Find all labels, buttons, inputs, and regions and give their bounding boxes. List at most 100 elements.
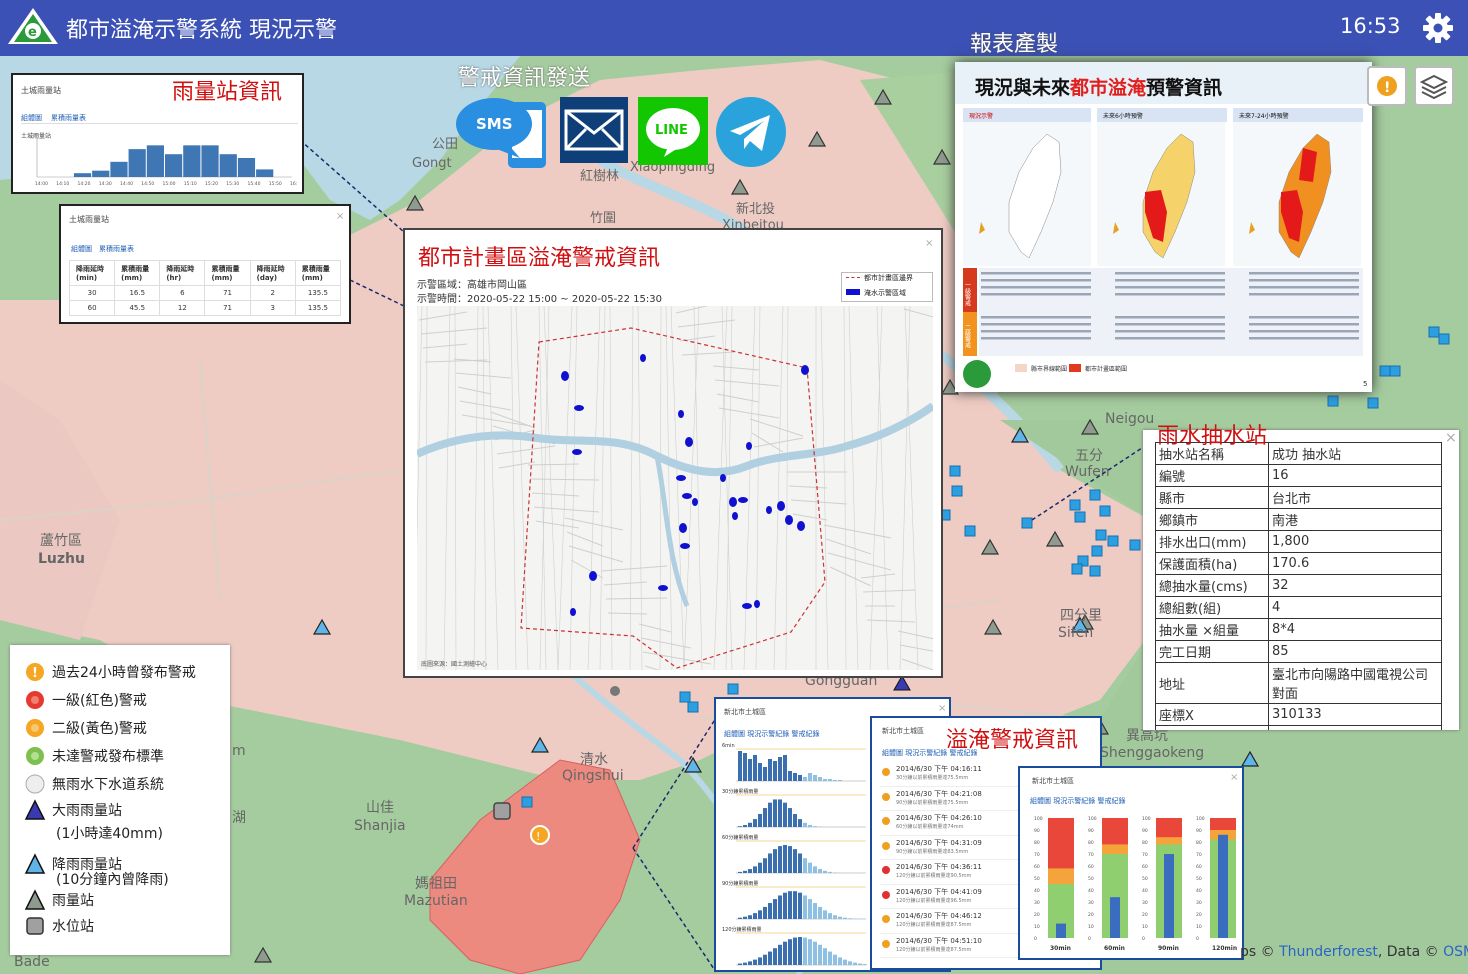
panel-tabs[interactable]: 組體圖 現況示警紀錄 警戒紀錄 (1030, 796, 1125, 806)
status-dot (882, 817, 890, 825)
y-tick: 50 (1142, 876, 1148, 882)
clock: 16:53 (1340, 14, 1401, 38)
hist-bar (833, 872, 837, 873)
svg-text:!: ! (32, 666, 38, 681)
hist-bar (783, 941, 787, 965)
tab-histogram[interactable]: 組體圖 (71, 244, 92, 254)
hist-bar (783, 892, 787, 919)
app-title: 都市溢淹示警系統 現況示警 (66, 18, 337, 43)
osm-link[interactable]: OSM (1443, 944, 1468, 960)
legend-label: 未達警戒發布標準 (52, 749, 164, 765)
hist-bar (803, 858, 807, 873)
y-tick: 20 (1034, 912, 1040, 918)
close-icon[interactable]: × (1445, 430, 1457, 446)
pump-field-value: 成功 抽水站 (1268, 442, 1442, 465)
hist-bar (773, 761, 777, 781)
report-title-red: 都市溢淹 (1069, 76, 1147, 99)
panel-tabs[interactable]: 組體圖 現況示警紀錄 警戒紀錄 (724, 729, 819, 739)
hist-bar (778, 944, 782, 965)
table-cell: 6 (159, 285, 206, 301)
close-icon[interactable]: × (938, 703, 946, 714)
hist-bar (753, 866, 757, 873)
hist-bar (808, 939, 812, 965)
hist-bar (818, 906, 822, 919)
hist-bar (773, 899, 777, 919)
y-tick: 80 (1196, 840, 1202, 846)
hist-bar (838, 916, 842, 919)
status-dot (882, 768, 890, 776)
table-row: 地址 臺北市向陽路中國電視公司對面 (1155, 662, 1442, 704)
map-label: Shanjia (354, 818, 406, 834)
no-sewer-icon (25, 774, 45, 794)
y-tick: 0 (1088, 936, 1091, 942)
rain-bar (128, 149, 146, 177)
email-icon[interactable] (560, 97, 628, 163)
rain-bar (219, 154, 237, 177)
tick-label: 14:00 (35, 181, 48, 187)
close-icon[interactable]: × (925, 238, 933, 249)
map-label: 紅樹林 (580, 169, 619, 184)
hist-bar (773, 799, 777, 827)
pump-field-label: 總抽水量(cms) (1155, 574, 1269, 597)
line-app-icon[interactable]: LINE (638, 97, 708, 165)
report-col3: 未來7-24小時預警 (1239, 112, 1289, 120)
alert-icon: ! (1377, 76, 1397, 96)
hist-bar (748, 759, 752, 781)
pump-field-value: 1,800 (1268, 530, 1442, 553)
sms-icon[interactable]: SMS (454, 96, 546, 170)
hist-bar (748, 822, 752, 827)
svg-text:!: ! (536, 830, 540, 843)
tick-label: 15:40 (248, 181, 261, 187)
telegram-icon[interactable] (716, 97, 786, 167)
record-time: 2014/6/30 下午 04:31:09 (896, 838, 982, 847)
hist-bar (738, 751, 742, 781)
y-tick: 40 (1142, 888, 1148, 894)
legend-label: 一級(紅色)警戒 (52, 693, 147, 709)
record-desc: 90分鐘以前累積雨量達75.5mm (896, 799, 969, 806)
map-label: 竹圍 (590, 211, 616, 226)
map-attribution: ps © Thunderforest, Data © OSM (1240, 944, 1468, 960)
hist-bar (738, 871, 742, 873)
legend-sub-label: (1小時達40mm) (56, 826, 163, 842)
hist-bar (753, 913, 757, 919)
rain-histogram-chart: 14:00 14:10 14:20 14:30 14:40 14:50 15:00 15:10… (35, 137, 297, 187)
map-source: 底圖來源：國土測繪中心 (421, 660, 487, 668)
pump-field-label: 縣市 (1155, 486, 1269, 509)
map-label: Gongt (412, 156, 452, 171)
table-cell: 3 (249, 300, 296, 316)
yellow-warning-icon (26, 719, 44, 737)
pump-field-label: 鄉鎮市 (1155, 508, 1269, 531)
y-tick: 40 (1034, 888, 1040, 894)
status-dot (882, 866, 890, 874)
hist-bar (788, 939, 792, 965)
table-row: 保護面積(ha) 170.6 (1155, 552, 1442, 575)
map-label: Qingshui (562, 768, 624, 784)
gear-icon[interactable] (1422, 12, 1454, 44)
tab-cumulative[interactable]: 累積雨量表 (99, 244, 134, 254)
thunderforest-link[interactable]: Thunderforest (1279, 944, 1378, 960)
close-icon[interactable]: × (336, 211, 344, 222)
close-icon[interactable]: × (1230, 772, 1238, 783)
hist-bar (803, 777, 807, 781)
urban-flood-map[interactable]: 底圖來源：國土測繪中心 (417, 306, 933, 670)
tab-cumulative[interactable]: 累積雨量表 (51, 113, 86, 123)
report-page: 5 (1363, 380, 1367, 388)
hist-bar (773, 849, 777, 873)
hist-bar (843, 959, 847, 965)
hist-bar (788, 846, 792, 873)
record-time: 2014/6/30 下午 04:51:10 (896, 936, 982, 945)
tab-histogram[interactable]: 組體圖 (21, 113, 42, 123)
hist-bar (838, 957, 842, 965)
hist-bar (763, 858, 767, 873)
rain-bar (256, 169, 274, 177)
hist-bar (828, 871, 832, 873)
legend-sub-label: (10分鐘內曾降雨) (56, 872, 169, 888)
layers-button[interactable] (1414, 66, 1454, 106)
warning-layer-button[interactable]: ! (1367, 66, 1407, 106)
label-rain-station-info: 雨量站資訊 (172, 80, 283, 105)
x-tick: 90min (1158, 945, 1179, 952)
hist-bar (828, 951, 832, 965)
hist-bar (738, 826, 742, 827)
hist-bar (763, 808, 767, 827)
tick-label: 14:50 (141, 181, 154, 187)
